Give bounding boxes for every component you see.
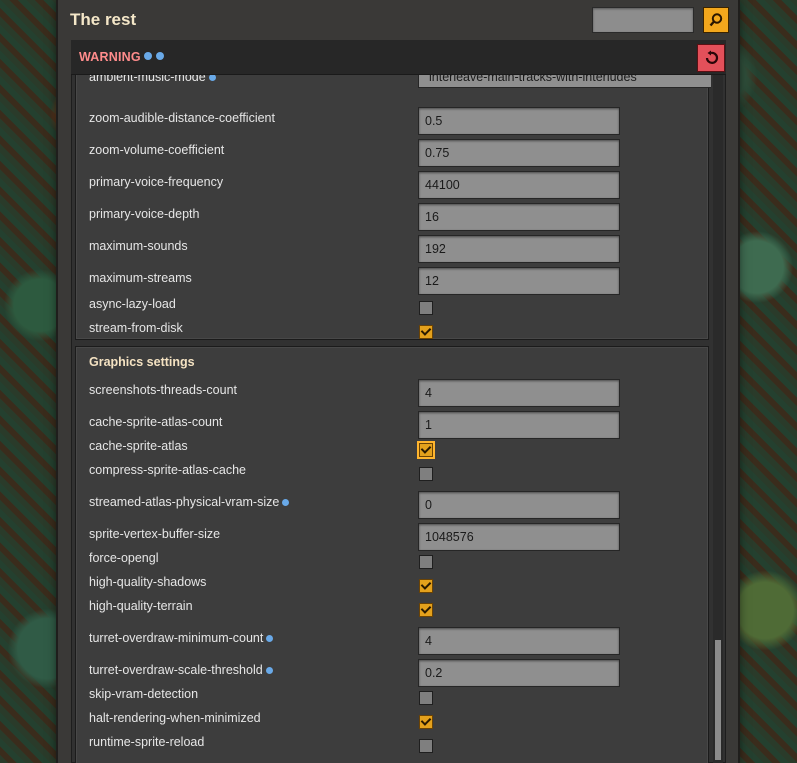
setting-row: skip-vram-detection [89, 687, 689, 707]
setting-input[interactable]: 0.5 [418, 107, 620, 135]
sound-settings-panel: ambient-music-mode interleave-main-track… [75, 75, 711, 341]
setting-row-ambient-music-mode: ambient-music-mode interleave-main-track… [89, 75, 711, 102]
setting-input[interactable]: 4 [418, 627, 620, 655]
setting-label: sprite-vertex-buffer-size [89, 527, 221, 541]
setting-row: async-lazy-load [89, 297, 689, 317]
setting-row: sprite-vertex-buffer-size 1048576 [89, 523, 689, 551]
setting-label: turret-overdraw-scale-threshold [89, 663, 273, 677]
setting-row: zoom-audible-distance-coefficient 0.5 [89, 107, 689, 135]
setting-label: skip-vram-detection [89, 687, 199, 701]
setting-row: compress-sprite-atlas-cache [89, 463, 689, 483]
setting-input[interactable]: 1048576 [418, 523, 620, 551]
setting-label: ambient-music-mode [89, 75, 216, 84]
graphics-section-title: Graphics settings [89, 355, 195, 369]
ambient-music-mode-dropdown[interactable]: interleave-main-tracks-with-interludes [418, 75, 711, 88]
setting-label: cache-sprite-atlas-count [89, 415, 223, 429]
setting-row: turret-overdraw-scale-threshold 0.2 [89, 659, 689, 687]
setting-checkbox[interactable] [419, 325, 433, 339]
setting-label: force-opengl [89, 551, 159, 565]
setting-checkbox[interactable] [419, 715, 433, 729]
setting-label: streamed-atlas-physical-vram-size [89, 495, 290, 509]
setting-input[interactable]: 1 [418, 411, 620, 439]
setting-row: stream-from-disk [89, 321, 689, 341]
setting-checkbox[interactable] [419, 739, 433, 753]
setting-checkbox[interactable] [419, 691, 433, 705]
setting-label: async-lazy-load [89, 297, 176, 311]
info-icon[interactable] [156, 52, 164, 60]
setting-label: primary-voice-frequency [89, 175, 224, 189]
setting-label: maximum-sounds [89, 239, 188, 253]
setting-checkbox[interactable] [419, 443, 433, 457]
setting-label: compress-sprite-atlas-cache [89, 463, 246, 477]
info-icon[interactable] [144, 52, 152, 60]
setting-row: maximum-streams 12 [89, 267, 689, 295]
setting-label: zoom-volume-coefficient [89, 143, 225, 157]
setting-label: zoom-audible-distance-coefficient [89, 111, 275, 125]
reset-button[interactable] [697, 44, 725, 72]
info-icon[interactable] [265, 667, 273, 675]
setting-checkbox[interactable] [419, 579, 433, 593]
setting-checkbox[interactable] [419, 555, 433, 569]
info-icon[interactable] [282, 499, 290, 507]
setting-row: maximum-sounds 192 [89, 235, 689, 263]
window-title: The rest [70, 10, 137, 29]
setting-row: force-opengl [89, 551, 689, 571]
setting-row: zoom-volume-coefficient 0.75 [89, 139, 689, 167]
warning-bar: WARNING [71, 40, 726, 75]
setting-row: high-quality-shadows [89, 575, 689, 595]
setting-row: streamed-atlas-physical-vram-size 0 [89, 491, 689, 519]
setting-input[interactable]: 0.2 [418, 659, 620, 687]
setting-label: high-quality-shadows [89, 575, 207, 589]
setting-row: runtime-sprite-reload [89, 735, 689, 755]
search-button[interactable] [703, 7, 729, 33]
window-titlebar: The rest [58, 0, 738, 40]
setting-input[interactable]: 192 [418, 235, 620, 263]
graphics-settings-panel: Graphics settings screenshots-threads-co… [75, 346, 709, 763]
info-icon[interactable] [208, 75, 216, 82]
setting-label: turret-overdraw-minimum-count [89, 631, 274, 645]
setting-row: cache-sprite-atlas [89, 439, 689, 459]
setting-input[interactable]: 0 [418, 491, 620, 519]
reset-icon [705, 50, 719, 64]
setting-label: screenshots-threads-count [89, 383, 237, 397]
setting-label: maximum-streams [89, 271, 192, 285]
setting-row: primary-voice-depth 16 [89, 203, 689, 231]
setting-checkbox[interactable] [419, 603, 433, 617]
search-icon [709, 13, 723, 27]
settings-panel: WARNING ambient-music-mode interleave-ma… [71, 40, 726, 763]
setting-row: turret-overdraw-minimum-count 4 [89, 627, 689, 655]
setting-input[interactable]: 0.75 [418, 139, 620, 167]
setting-checkbox[interactable] [419, 467, 433, 481]
setting-label: runtime-sprite-reload [89, 735, 205, 749]
setting-input[interactable]: 12 [418, 267, 620, 295]
setting-label: halt-rendering-when-minimized [89, 711, 261, 725]
settings-window: The rest WARNING ambient-music-mode inte… [58, 0, 738, 763]
search-input[interactable] [592, 7, 694, 33]
setting-row: halt-rendering-when-minimized [89, 711, 689, 731]
info-icon[interactable] [266, 635, 274, 643]
setting-label: primary-voice-depth [89, 207, 200, 221]
setting-row: high-quality-terrain [89, 599, 689, 619]
warning-label: WARNING [79, 50, 141, 64]
setting-input[interactable]: 4 [418, 379, 620, 407]
settings-scroll-area: ambient-music-mode interleave-main-track… [71, 75, 711, 763]
setting-label: high-quality-terrain [89, 599, 193, 613]
setting-row: screenshots-threads-count 4 [89, 379, 689, 407]
scrollbar[interactable] [713, 75, 723, 763]
setting-label: cache-sprite-atlas [89, 439, 188, 453]
setting-label: stream-from-disk [89, 321, 183, 335]
setting-row: primary-voice-frequency 44100 [89, 171, 689, 199]
setting-row: cache-sprite-atlas-count 1 [89, 411, 689, 439]
setting-input[interactable]: 16 [418, 203, 620, 231]
scrollbar-thumb[interactable] [715, 640, 721, 760]
setting-input[interactable]: 44100 [418, 171, 620, 199]
setting-checkbox[interactable] [419, 301, 433, 315]
